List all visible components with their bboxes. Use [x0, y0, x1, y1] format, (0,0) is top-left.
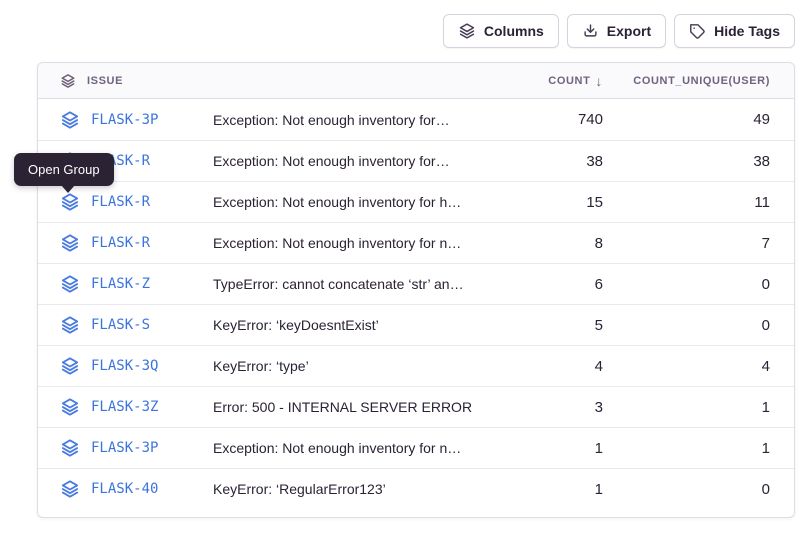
open-group-stack-icon[interactable]: [60, 315, 80, 335]
issue-title: TypeError: cannot concatenate ‘str’ an…: [213, 276, 483, 292]
issue-title: Exception: Not enough inventory for…: [213, 153, 483, 169]
issue-count: 6: [483, 276, 603, 293]
hide-tags-button-label: Hide Tags: [714, 23, 780, 39]
column-header-issue-label: ISSUE: [87, 75, 123, 87]
issue-count-unique: 1: [603, 399, 794, 416]
column-header-count-unique[interactable]: COUNT_UNIQUE(USER): [603, 75, 794, 87]
issue-count-unique: 1: [603, 440, 794, 457]
issue-count-unique: 38: [603, 153, 794, 170]
issue-count-unique: 4: [603, 358, 794, 375]
issue-title: Exception: Not enough inventory for…: [213, 112, 483, 128]
column-header-issue[interactable]: ISSUE: [38, 73, 213, 89]
open-group-stack-icon[interactable]: [60, 192, 80, 212]
issue-title: KeyError: ‘RegularError123’: [213, 481, 483, 497]
tag-icon: [689, 23, 706, 40]
issue-count-unique: 0: [603, 276, 794, 293]
issue-cell: FLASK-3Z: [38, 397, 213, 417]
issue-id-link[interactable]: FLASK-R: [91, 235, 150, 251]
open-group-stack-icon[interactable]: [60, 479, 80, 499]
issue-count: 1: [483, 481, 603, 498]
issue-id-link[interactable]: FLASK-S: [91, 317, 150, 333]
issue-count: 5: [483, 317, 603, 334]
issue-id-link[interactable]: FLASK-Z: [91, 276, 150, 292]
issue-count: 3: [483, 399, 603, 416]
issue-id-link[interactable]: FLASK-3P: [91, 440, 158, 456]
open-group-tooltip-label: Open Group: [28, 162, 100, 177]
issue-cell: FLASK-R: [38, 192, 213, 212]
column-header-count[interactable]: COUNT ↓: [483, 74, 603, 88]
open-group-stack-icon[interactable]: [60, 274, 80, 294]
issue-count: 1: [483, 440, 603, 457]
issue-cell: FLASK-Z: [38, 274, 213, 294]
hide-tags-button[interactable]: Hide Tags: [674, 14, 795, 48]
table-row: FLASK-40 KeyError: ‘RegularError123’ 1 0: [38, 468, 794, 509]
issue-count-unique: 11: [603, 194, 794, 211]
issue-cell: FLASK-3P: [38, 438, 213, 458]
table-row: FLASK-3P Exception: Not enough inventory…: [38, 427, 794, 468]
issue-cell: FLASK-3P: [38, 110, 213, 130]
issue-id-link[interactable]: FLASK-40: [91, 481, 158, 497]
issue-count: 4: [483, 358, 603, 375]
export-button-label: Export: [607, 23, 651, 39]
issue-count: 8: [483, 235, 603, 252]
issue-title: KeyError: ‘type’: [213, 358, 483, 374]
layers-icon: [458, 22, 476, 40]
issue-count-unique: 7: [603, 235, 794, 252]
table-row: FLASK-3Q KeyError: ‘type’ 4 4: [38, 345, 794, 386]
columns-button[interactable]: Columns: [443, 14, 559, 48]
open-group-stack-icon[interactable]: [60, 110, 80, 130]
issue-id-link[interactable]: FLASK-3P: [91, 112, 158, 128]
issue-title: Exception: Not enough inventory for n…: [213, 440, 483, 456]
toolbar: Columns Export Hide Tags: [443, 14, 795, 48]
export-button[interactable]: Export: [567, 14, 666, 48]
table-row: FLASK-3Z Error: 500 - INTERNAL SERVER ER…: [38, 386, 794, 427]
column-header-count-unique-label: COUNT_UNIQUE(USER): [633, 75, 770, 87]
issue-title: Error: 500 - INTERNAL SERVER ERROR: [213, 399, 483, 415]
columns-button-label: Columns: [484, 23, 544, 39]
open-group-stack-icon[interactable]: [60, 397, 80, 417]
table-body: FLASK-3P Exception: Not enough inventory…: [38, 99, 794, 517]
table-row: FLASK-3P Exception: Not enough inventory…: [38, 99, 794, 140]
layers-icon: [60, 73, 76, 89]
table-row: FLASK-Z TypeError: cannot concatenate ‘s…: [38, 263, 794, 304]
issue-id-link[interactable]: FLASK-3Z: [91, 399, 158, 415]
sort-descending-arrow-icon: ↓: [595, 74, 603, 88]
issue-count: 38: [483, 153, 603, 170]
open-group-tooltip: Open Group: [14, 153, 114, 186]
issue-count: 740: [483, 111, 603, 128]
download-icon: [582, 23, 599, 40]
issues-table: ISSUE COUNT ↓ COUNT_UNIQUE(USER) FLASK-3…: [37, 62, 795, 518]
table-header-row: ISSUE COUNT ↓ COUNT_UNIQUE(USER): [38, 63, 794, 99]
issue-cell: FLASK-R: [38, 233, 213, 253]
open-group-stack-icon[interactable]: [60, 356, 80, 376]
issue-title: Exception: Not enough inventory for n…: [213, 235, 483, 251]
table-row: FLASK-R Exception: Not enough inventory …: [38, 222, 794, 263]
issue-count-unique: 49: [603, 111, 794, 128]
issue-cell: FLASK-S: [38, 315, 213, 335]
issue-id-link[interactable]: FLASK-3Q: [91, 358, 158, 374]
issue-id-link[interactable]: FLASK-R: [91, 194, 150, 210]
issue-title: Exception: Not enough inventory for h…: [213, 194, 483, 210]
issue-cell: FLASK-40: [38, 479, 213, 499]
column-header-count-label: COUNT: [548, 75, 590, 87]
issue-title: KeyError: ‘keyDoesntExist’: [213, 317, 483, 333]
issue-count-unique: 0: [603, 317, 794, 334]
open-group-stack-icon[interactable]: [60, 233, 80, 253]
issue-count: 15: [483, 194, 603, 211]
table-row: FLASK-R Exception: Not enough inventory …: [38, 181, 794, 222]
table-row: FLASK-S KeyError: ‘keyDoesntExist’ 5 0: [38, 304, 794, 345]
table-row: FLASK-R Exception: Not enough inventory …: [38, 140, 794, 181]
issue-count-unique: 0: [603, 481, 794, 498]
issue-cell: FLASK-3Q: [38, 356, 213, 376]
open-group-stack-icon[interactable]: [60, 438, 80, 458]
